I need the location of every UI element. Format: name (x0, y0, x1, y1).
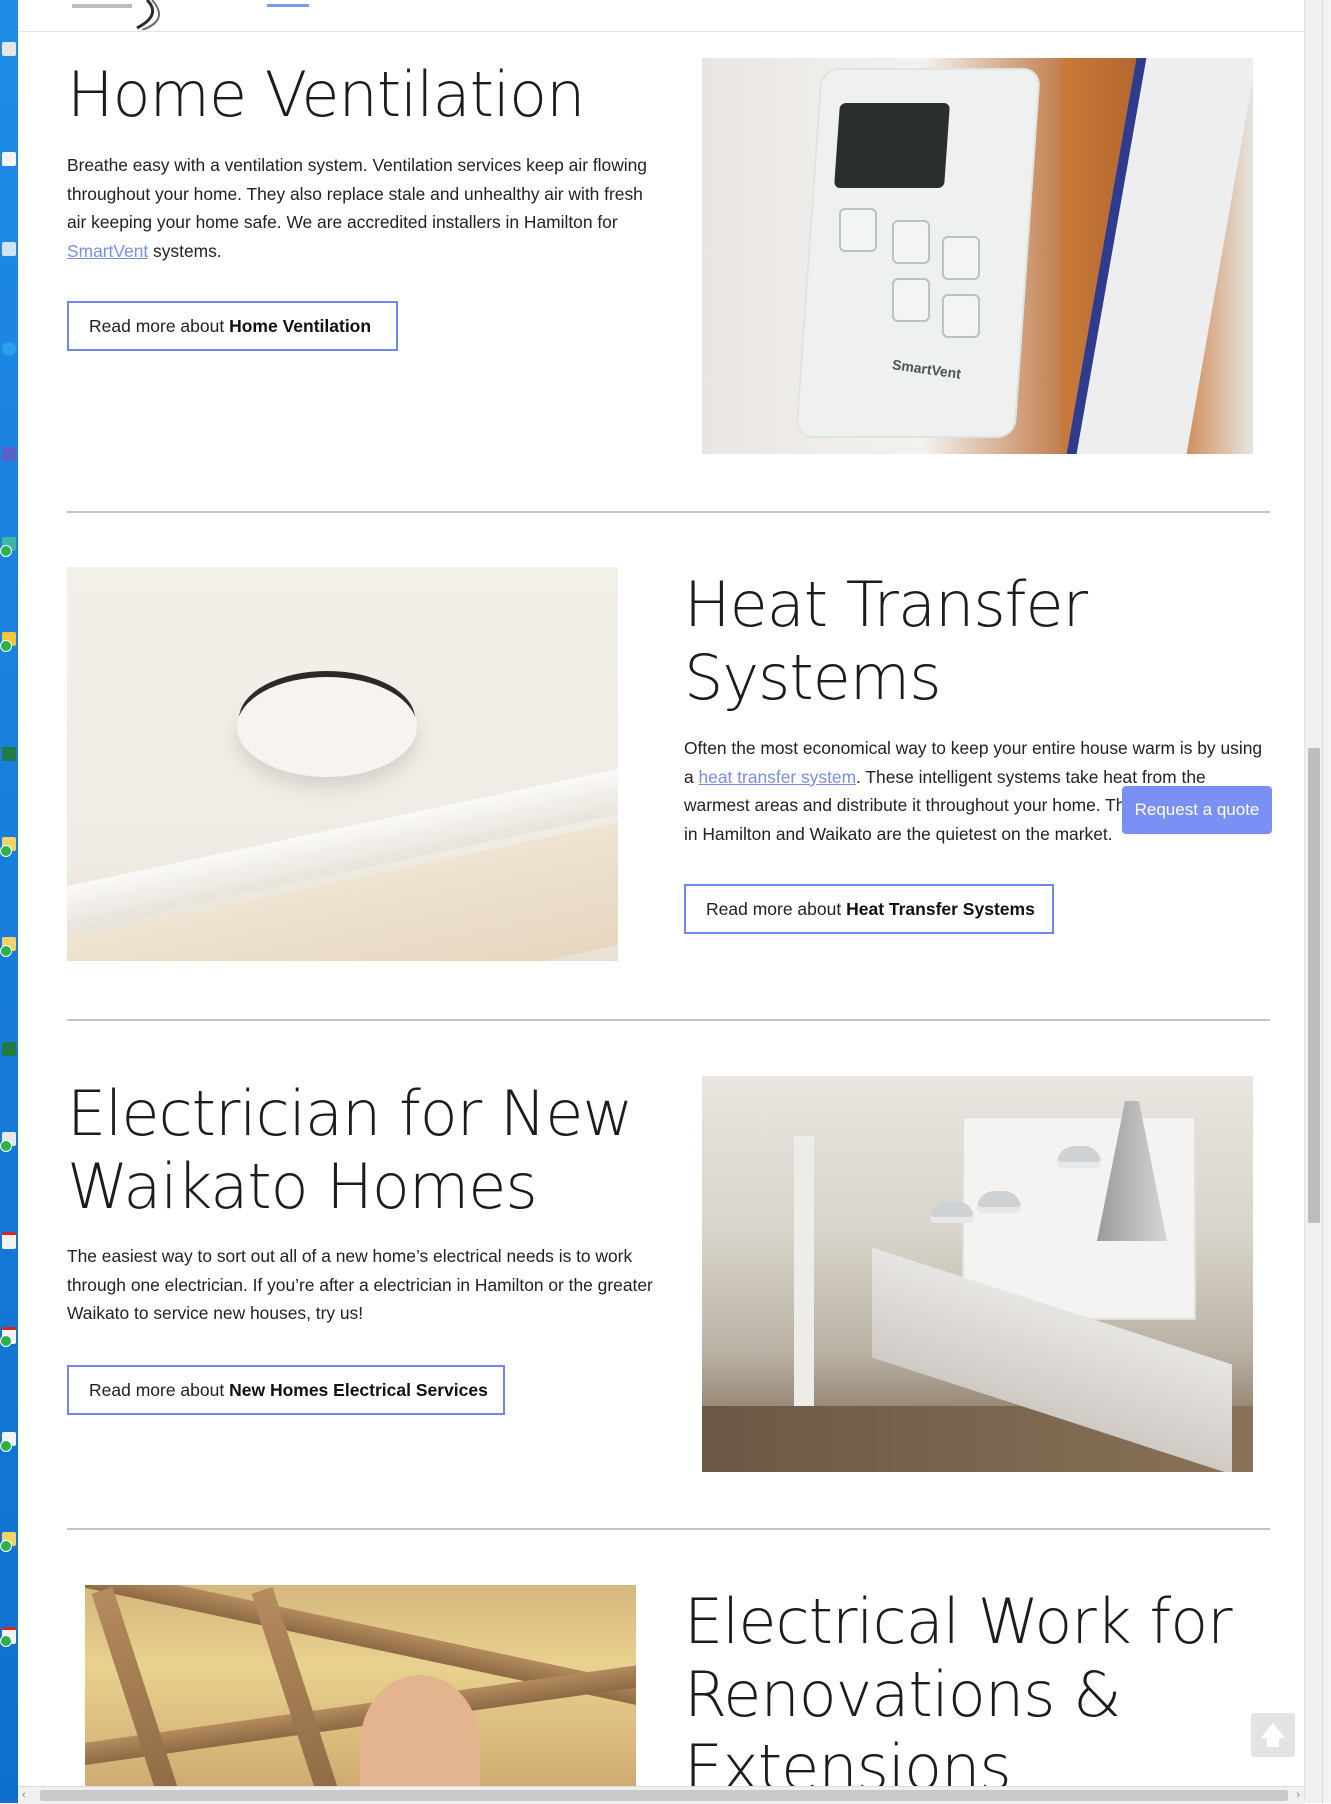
desktop-icon[interactable] (0, 40, 18, 76)
desktop-icon[interactable] (0, 1430, 18, 1466)
pdf-icon[interactable] (0, 1625, 18, 1661)
excel-icon[interactable] (0, 1040, 18, 1076)
company-logo[interactable] (52, 0, 182, 30)
scroll-to-top-button[interactable]: 🡅 (1251, 1713, 1295, 1757)
folder-icon[interactable] (0, 835, 18, 871)
scroll-right-icon[interactable]: › (1296, 1787, 1300, 1804)
smartvent-panel-image: SmartVent (702, 58, 1253, 454)
heat-transfer-link[interactable]: heat transfer system (699, 767, 857, 787)
section-heading: Home Ventilation (67, 58, 585, 131)
desktop-icon[interactable] (0, 240, 18, 276)
vertical-scroll-thumb[interactable] (1308, 748, 1320, 1223)
folder-icon[interactable] (0, 935, 18, 971)
desktop-icon[interactable] (0, 1530, 18, 1566)
excel-icon[interactable] (0, 745, 18, 781)
desktop-icon[interactable] (0, 1130, 18, 1166)
teams-icon[interactable] (0, 445, 18, 481)
section-divider (67, 1528, 1270, 1530)
section-heading: Heat Transfer Systems (684, 568, 1088, 714)
desktop-icon[interactable] (0, 150, 18, 186)
edge-icon[interactable] (0, 340, 18, 376)
section-heading: Electrician for New Waikato Homes (67, 1077, 633, 1223)
background-window-edge (1322, 0, 1331, 1803)
request-quote-button[interactable]: Request a quote (1122, 786, 1272, 834)
read-more-new-homes-button[interactable]: Read more about New Homes Electrical Ser… (67, 1365, 505, 1415)
horizontal-scroll-thumb[interactable] (40, 1790, 1288, 1801)
read-more-ventilation-button[interactable]: Read more about Home Ventilation (67, 301, 398, 351)
section-description: Breathe easy with a ventilation system. … (67, 155, 647, 261)
ceiling-vent-image (67, 567, 618, 961)
pdf-icon[interactable] (0, 1325, 18, 1361)
pdf-icon[interactable] (0, 1230, 18, 1266)
active-nav-indicator (267, 4, 309, 7)
scroll-left-icon[interactable]: ‹ (22, 1787, 26, 1804)
section-divider (67, 511, 1270, 513)
section-description: The easiest way to sort out all of a new… (67, 1246, 653, 1323)
insulation-work-image (85, 1585, 636, 1786)
arrow-up-icon: 🡅 (1259, 1720, 1287, 1750)
kitchen-image (702, 1076, 1253, 1472)
site-header (18, 0, 1304, 32)
section-heading: Electrical Work for Renovations & Extensio… (684, 1585, 1233, 1804)
section-divider (67, 1019, 1270, 1021)
smartvent-link[interactable]: SmartVent (67, 241, 148, 261)
horizontal-scrollbar[interactable]: ‹ › (18, 1786, 1304, 1804)
desktop-icon[interactable] (0, 535, 18, 571)
desktop-icons-strip (0, 0, 18, 1803)
read-more-heat-transfer-button[interactable]: Read more about Heat Transfer Systems (684, 884, 1054, 934)
vertical-scrollbar[interactable] (1304, 0, 1323, 1803)
desktop-icon[interactable] (0, 630, 18, 666)
